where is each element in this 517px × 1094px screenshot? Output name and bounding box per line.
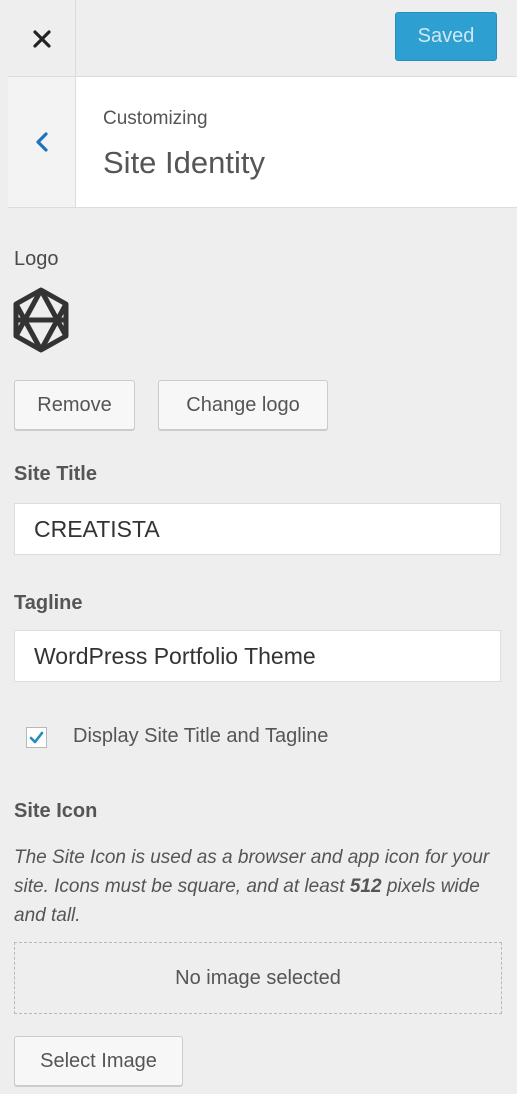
site-title-input[interactable]: CREATISTA	[14, 503, 501, 555]
page-title: Site Identity	[103, 145, 265, 180]
site-title-label: Site Title	[14, 463, 97, 485]
logo-label: Logo	[14, 248, 59, 270]
display-title-checkbox[interactable]	[26, 727, 47, 748]
logo-image	[12, 286, 70, 354]
site-icon-placeholder[interactable]: No image selected	[14, 942, 502, 1014]
close-icon	[31, 28, 53, 50]
chevron-left-icon	[34, 130, 50, 154]
customizer-header: Saved	[8, 0, 517, 77]
no-image-text: No image selected	[175, 966, 341, 989]
saved-button[interactable]: Saved	[395, 12, 497, 61]
remove-logo-button[interactable]: Remove	[14, 380, 135, 430]
select-image-button[interactable]: Select Image	[14, 1036, 183, 1086]
section-title-bar: Customizing Site Identity	[8, 77, 517, 208]
breadcrumb: Customizing	[103, 108, 208, 129]
site-icon-label: Site Icon	[14, 800, 98, 822]
display-title-label: Display Site Title and Tagline	[73, 725, 329, 747]
back-button[interactable]	[8, 77, 76, 207]
checkmark-icon	[29, 730, 44, 745]
change-logo-button[interactable]: Change logo	[158, 380, 328, 430]
tagline-label: Tagline	[14, 592, 83, 614]
site-icon-description: The Site Icon is used as a browser and a…	[14, 843, 504, 930]
close-button[interactable]	[8, 0, 76, 77]
desc-size-value: 512	[349, 876, 382, 897]
tagline-input[interactable]: WordPress Portfolio Theme	[14, 630, 501, 682]
